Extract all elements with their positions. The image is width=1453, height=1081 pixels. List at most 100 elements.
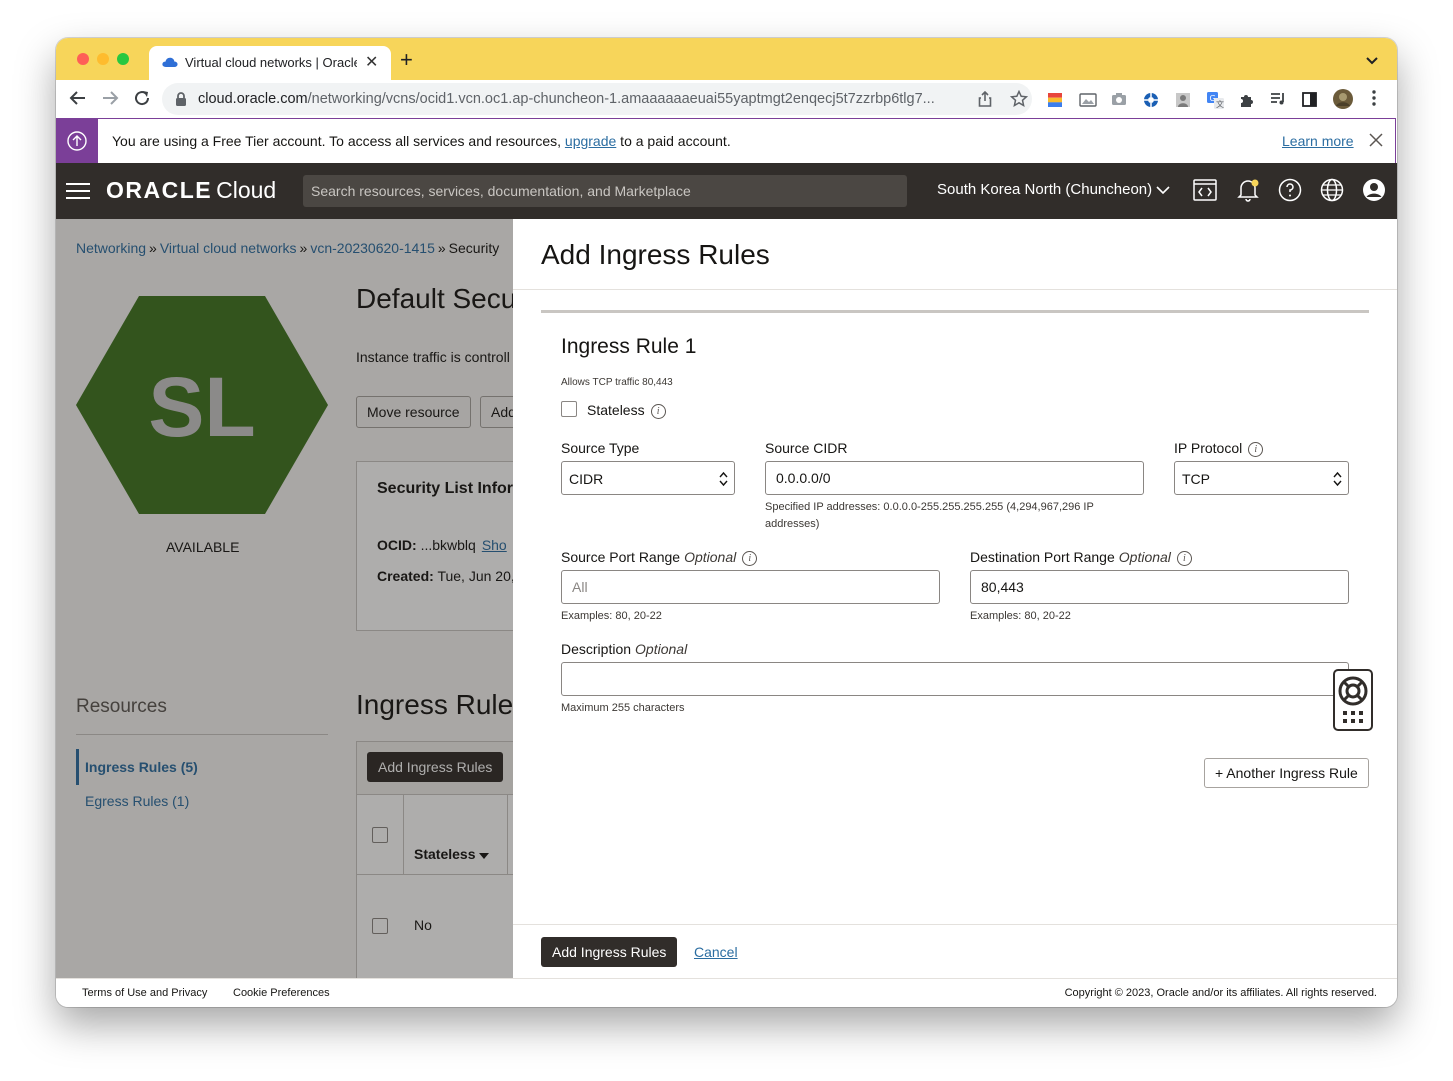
divider bbox=[513, 289, 1397, 290]
extension-camera-icon[interactable] bbox=[1111, 92, 1127, 111]
destination-port-help: Examples: 80, 20-22 bbox=[970, 610, 1071, 622]
reload-icon[interactable] bbox=[133, 89, 151, 112]
language-globe-icon[interactable] bbox=[1320, 178, 1344, 207]
user-profile-icon[interactable] bbox=[1362, 178, 1386, 207]
tab-search-chevron-icon[interactable] bbox=[1365, 53, 1379, 71]
info-icon[interactable]: i bbox=[1248, 442, 1264, 457]
address-bar[interactable]: cloud.oracle.com/networking/vcns/ocid1.v… bbox=[162, 83, 1032, 115]
banner-text-end: to a paid account. bbox=[616, 133, 731, 149]
ip-protocol-label-text: IP Protocol bbox=[1174, 440, 1243, 456]
region-label: South Korea North (Chuncheon) bbox=[937, 181, 1153, 198]
info-icon[interactable]: i bbox=[650, 404, 666, 419]
console-header: ORACLECloud South Korea North (Chuncheon… bbox=[56, 163, 1397, 219]
description-label-text: Description bbox=[561, 641, 632, 657]
stateless-label-text: Stateless bbox=[587, 402, 645, 418]
url-text: cloud.oracle.com/networking/vcns/ocid1.v… bbox=[198, 91, 964, 107]
lifebuoy-icon bbox=[1338, 676, 1368, 723]
banner-message: You are using a Free Tier account. To ac… bbox=[112, 133, 731, 149]
cancel-link[interactable]: Cancel bbox=[694, 944, 738, 960]
profile-avatar[interactable] bbox=[1333, 89, 1353, 114]
free-tier-banner: You are using a Free Tier account. To ac… bbox=[56, 118, 1396, 164]
browser-tab[interactable]: Virtual cloud networks | Oracle ✕ bbox=[149, 46, 391, 80]
source-port-label: Source Port Range Optional i bbox=[561, 549, 758, 566]
description-label: Description Optional bbox=[561, 641, 687, 657]
extension-lifebuoy-icon[interactable] bbox=[1143, 92, 1159, 113]
minimize-window-button[interactable] bbox=[97, 53, 109, 65]
share-icon[interactable] bbox=[977, 90, 993, 112]
source-cidr-label: Source CIDR bbox=[765, 440, 848, 456]
side-panel-icon[interactable] bbox=[1302, 92, 1317, 112]
logo-oracle: ORACLE bbox=[106, 177, 213, 203]
optional-tag: Optional bbox=[1118, 549, 1171, 565]
source-port-label-text: Source Port Range bbox=[561, 549, 681, 565]
forward-arrow-icon[interactable] bbox=[101, 89, 119, 112]
tab-strip: Virtual cloud networks | Oracle ✕ + bbox=[56, 38, 1397, 80]
lock-icon[interactable] bbox=[175, 92, 187, 111]
description-help: Maximum 255 characters bbox=[561, 702, 685, 714]
info-icon[interactable]: i bbox=[1176, 551, 1192, 566]
browser-toolbar: cloud.oracle.com/networking/vcns/ocid1.v… bbox=[56, 80, 1397, 118]
logo-cloud: Cloud bbox=[216, 177, 277, 203]
search-input[interactable] bbox=[303, 175, 907, 207]
oracle-cloud-logo[interactable]: ORACLE Cloud bbox=[106, 177, 276, 204]
source-type-label: Source Type bbox=[561, 440, 640, 456]
destination-port-label: Destination Port Range Optional i bbox=[970, 549, 1192, 566]
tab-close-icon[interactable]: ✕ bbox=[365, 52, 378, 72]
extension-portrait-icon[interactable] bbox=[1175, 92, 1191, 113]
region-selector[interactable]: South Korea North (Chuncheon) bbox=[937, 181, 1170, 198]
browser-menu-icon[interactable] bbox=[1372, 90, 1376, 111]
add-ingress-rules-panel: Add Ingress Rules Ingress Rule 1 Allows … bbox=[513, 219, 1397, 978]
source-port-help: Examples: 80, 20-22 bbox=[561, 610, 662, 622]
extension-image-icon[interactable] bbox=[1079, 92, 1097, 113]
chevron-down-icon bbox=[1156, 185, 1170, 194]
source-type-select[interactable]: CIDR bbox=[561, 461, 735, 495]
rule-summary: Allows TCP traffic 80,443 bbox=[561, 377, 673, 388]
learn-more-link[interactable]: Learn more bbox=[1282, 133, 1354, 149]
notifications-bell-icon[interactable] bbox=[1236, 177, 1260, 208]
banner-close-icon[interactable] bbox=[1369, 133, 1383, 152]
divider bbox=[513, 924, 1397, 925]
upgrade-link[interactable]: upgrade bbox=[565, 133, 616, 149]
help-question-icon[interactable] bbox=[1278, 178, 1302, 207]
terms-link[interactable]: Terms of Use and Privacy bbox=[82, 987, 207, 999]
optional-tag: Optional bbox=[684, 549, 737, 565]
bookmark-star-icon[interactable] bbox=[1009, 89, 1029, 113]
extension-color-icon[interactable] bbox=[1047, 92, 1063, 113]
copyright-text: Copyright © 2023, Oracle and/or its affi… bbox=[1064, 987, 1377, 999]
stateless-checkbox[interactable] bbox=[561, 401, 577, 417]
media-queue-icon[interactable] bbox=[1270, 92, 1286, 111]
url-path: /networking/vcns/ocid1.vcn.oc1.ap-chunch… bbox=[307, 91, 935, 107]
select-arrows-icon bbox=[719, 471, 728, 487]
destination-port-input[interactable] bbox=[970, 570, 1349, 604]
browser-window: Virtual cloud networks | Oracle ✕ + clou… bbox=[56, 38, 1397, 1007]
source-cidr-help: Specified IP addresses: 0.0.0.0-255.255.… bbox=[765, 501, 1094, 530]
rule-separator bbox=[541, 310, 1369, 313]
source-type-value: CIDR bbox=[569, 471, 604, 487]
another-ingress-rule-button[interactable]: + Another Ingress Rule bbox=[1204, 758, 1369, 788]
description-input[interactable] bbox=[561, 662, 1349, 696]
cookie-preferences-link[interactable]: Cookie Preferences bbox=[233, 987, 330, 999]
svg-text:文: 文 bbox=[1216, 99, 1224, 109]
zoom-window-button[interactable] bbox=[117, 53, 129, 65]
close-window-button[interactable] bbox=[77, 53, 89, 65]
back-arrow-icon[interactable] bbox=[69, 89, 87, 112]
new-tab-icon[interactable]: + bbox=[400, 47, 413, 73]
page-footer: Terms of Use and Privacy Cookie Preferen… bbox=[56, 978, 1397, 1007]
upgrade-arrow-icon bbox=[67, 131, 87, 151]
source-cidr-input[interactable] bbox=[765, 461, 1144, 495]
tab-title: Virtual cloud networks | Oracle bbox=[185, 55, 357, 70]
hamburger-menu-icon[interactable] bbox=[66, 183, 90, 204]
extensions-puzzle-icon[interactable] bbox=[1239, 92, 1255, 113]
translate-icon[interactable]: G文 bbox=[1207, 92, 1224, 114]
source-port-input[interactable] bbox=[561, 570, 940, 604]
stateless-label: Stateless i bbox=[587, 402, 666, 419]
ip-protocol-label: IP Protocol i bbox=[1174, 440, 1264, 457]
panel-title: Add Ingress Rules bbox=[541, 239, 770, 270]
info-icon[interactable]: i bbox=[742, 551, 758, 566]
help-widget[interactable] bbox=[1333, 669, 1373, 731]
add-ingress-rules-button[interactable]: Add Ingress Rules bbox=[541, 937, 678, 967]
code-editor-icon[interactable] bbox=[1193, 178, 1217, 207]
ip-protocol-select[interactable]: TCP bbox=[1174, 461, 1349, 495]
banner-text: You are using a Free Tier account. To ac… bbox=[112, 133, 565, 149]
ip-protocol-value: TCP bbox=[1182, 471, 1210, 487]
